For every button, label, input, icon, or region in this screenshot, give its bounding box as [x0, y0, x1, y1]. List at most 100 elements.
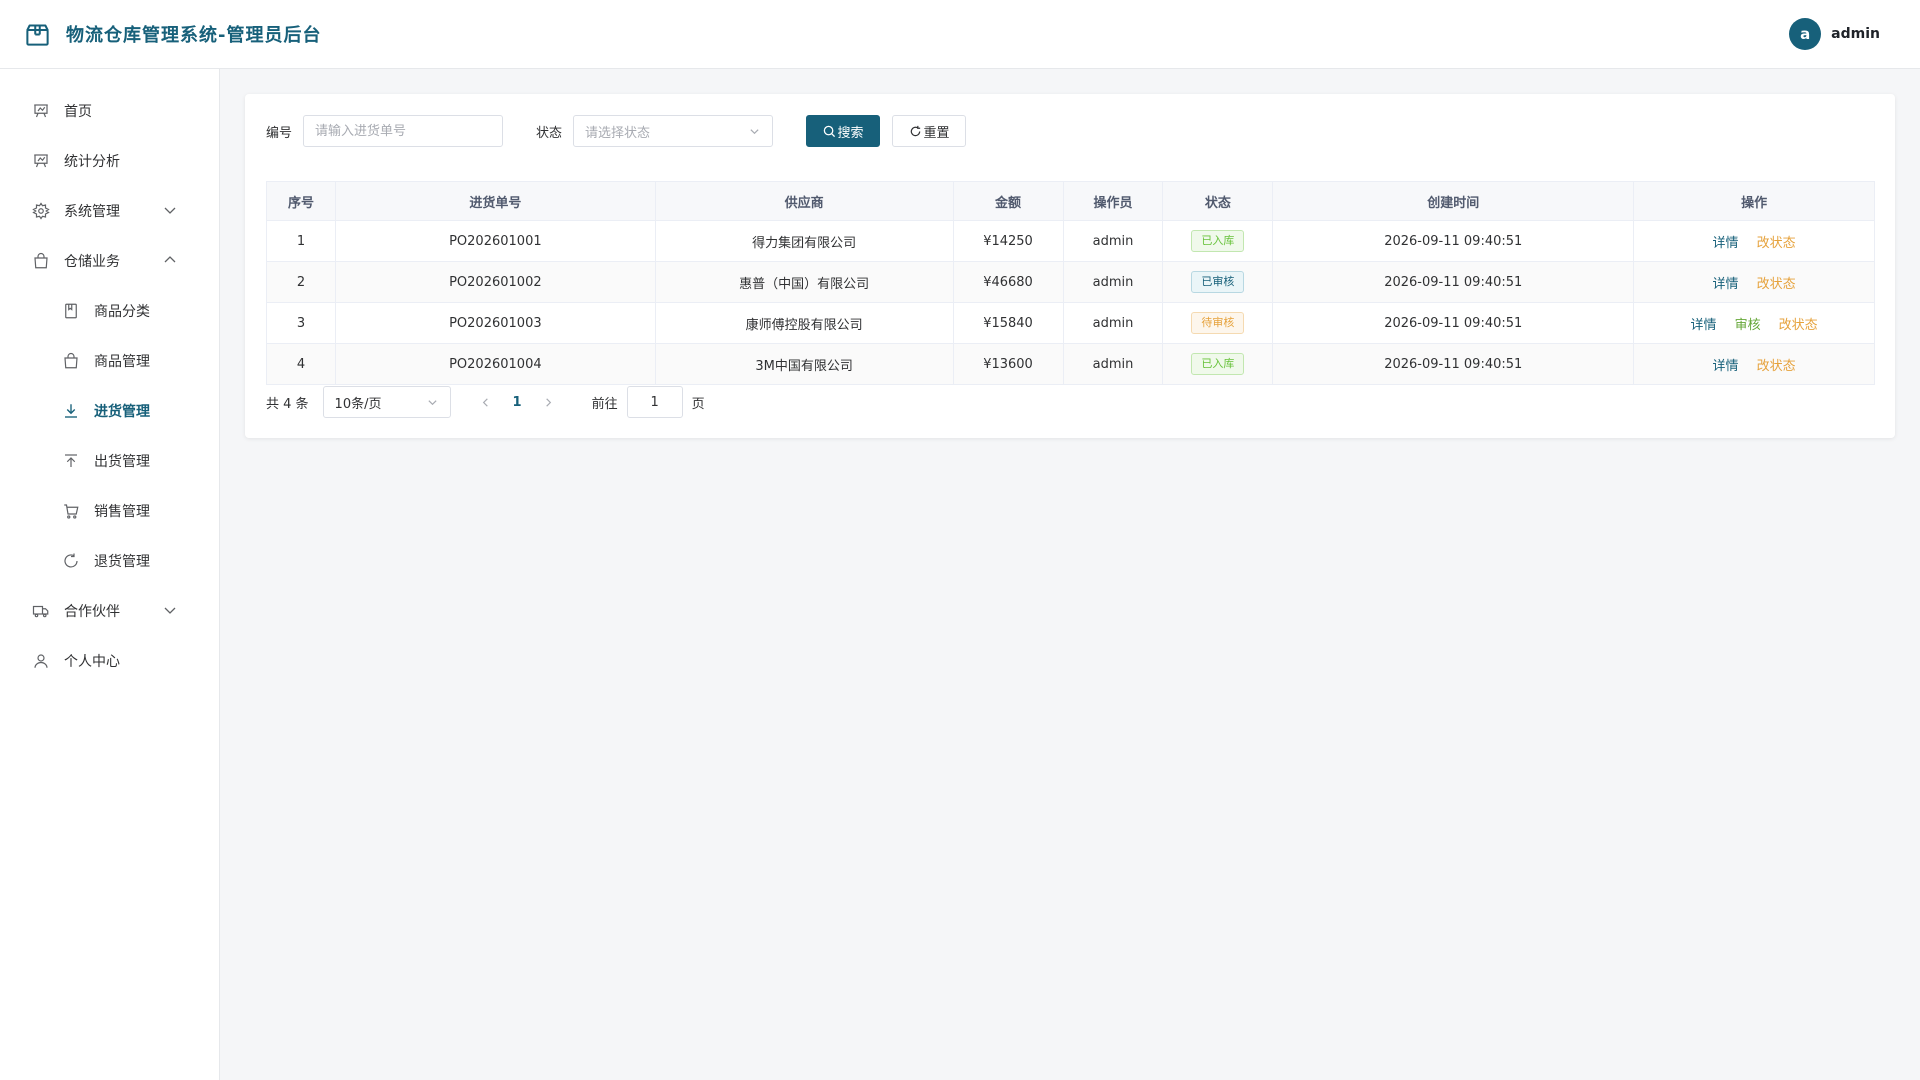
- cell-created: 2026-09-11 09:40:51: [1272, 343, 1635, 385]
- cell-index: 2: [266, 261, 336, 303]
- sidebar-item-return-management[interactable]: 退货管理: [0, 536, 219, 586]
- reset-button[interactable]: 重置: [892, 115, 967, 147]
- cell-code: PO202601004: [334, 343, 656, 385]
- sidebar-item-profile[interactable]: 个人中心: [0, 636, 219, 686]
- code-search-input[interactable]: [303, 115, 504, 147]
- sidebar-item-label: 个人中心: [64, 654, 120, 670]
- goto-label: 前往: [591, 396, 618, 412]
- reset-button-label: 重置: [923, 125, 950, 141]
- table-header-row: 序号 进货单号 供应商 金额 操作员 状态 创建时间 操作: [266, 181, 1875, 221]
- upload-icon: [62, 452, 80, 470]
- table-row: 3 PO202601003 康师傅控股有限公司 ¥15840 admin 待审核…: [266, 302, 1875, 344]
- status-badge: 已入库: [1191, 230, 1245, 252]
- audit-link[interactable]: 审核: [1735, 318, 1761, 333]
- refresh-icon: [62, 552, 80, 570]
- cell-code: PO202601003: [334, 302, 656, 344]
- status-badge: 已审核: [1191, 271, 1245, 293]
- cell-status: 待审核: [1162, 302, 1274, 344]
- cell-index: 4: [266, 343, 336, 385]
- brand: 物流仓库管理系统-管理员后台: [24, 21, 321, 48]
- sidebar-item-shipment-management[interactable]: 出货管理: [0, 436, 219, 486]
- column-header: 状态: [1162, 181, 1274, 221]
- cell-status: 已入库: [1162, 343, 1274, 385]
- change-status-link[interactable]: 改状态: [1779, 318, 1818, 333]
- status-select[interactable]: 请选择状态: [573, 115, 774, 147]
- cell-status: 已入库: [1162, 220, 1274, 262]
- detail-link[interactable]: 详情: [1691, 318, 1717, 333]
- chart-icon: [32, 152, 50, 170]
- cell-supplier: 康师傅控股有限公司: [654, 302, 954, 344]
- cell-created: 2026-09-11 09:40:51: [1272, 220, 1635, 262]
- next-page-button[interactable]: [538, 391, 560, 413]
- cell-actions: 详情 审核 改状态: [1633, 302, 1875, 344]
- user-name[interactable]: admin: [1831, 26, 1880, 42]
- cell-operator: admin: [1062, 343, 1164, 385]
- sidebar-item-home[interactable]: 首页: [0, 86, 219, 136]
- avatar[interactable]: a: [1789, 18, 1822, 50]
- sidebar-item-partners[interactable]: 合作伙伴: [0, 586, 219, 636]
- table-row: 4 PO202601004 3M中国有限公司 ¥13600 admin 已入库 …: [266, 343, 1875, 385]
- download-icon: [62, 402, 80, 420]
- home-icon: [32, 102, 50, 120]
- sidebar-item-product-management[interactable]: 商品管理: [0, 336, 219, 386]
- sidebar-item-label: 销售管理: [94, 504, 150, 520]
- cell-supplier: 得力集团有限公司: [654, 220, 954, 262]
- bag-icon: [32, 252, 50, 270]
- change-status-link[interactable]: 改状态: [1757, 236, 1796, 251]
- truck-icon: [32, 602, 50, 620]
- shopping-bag-icon: [62, 352, 80, 370]
- sidebar-item-label: 商品分类: [94, 304, 150, 320]
- sidebar-item-label: 系统管理: [64, 204, 120, 220]
- detail-link[interactable]: 详情: [1713, 277, 1739, 292]
- cart-icon: [62, 502, 80, 520]
- user-menu[interactable]: a admin: [1789, 18, 1880, 50]
- sidebar-item-label: 出货管理: [94, 454, 150, 470]
- cell-index: 1: [266, 220, 336, 262]
- cell-index: 3: [266, 302, 336, 344]
- cell-code: PO202601001: [334, 220, 656, 262]
- page-size-select[interactable]: 10条/页: [322, 386, 451, 418]
- cell-amount: ¥14250: [952, 220, 1064, 262]
- sidebar-item-sales-management[interactable]: 销售管理: [0, 486, 219, 536]
- search-button[interactable]: 搜索: [806, 115, 881, 147]
- sidebar-item-label: 首页: [64, 104, 92, 120]
- cell-operator: admin: [1062, 261, 1164, 303]
- sidebar-item-product-category[interactable]: 商品分类: [0, 286, 219, 336]
- page-number[interactable]: 1: [513, 395, 522, 410]
- column-header: 序号: [266, 181, 336, 221]
- column-header: 金额: [952, 181, 1064, 221]
- cell-operator: admin: [1062, 220, 1164, 262]
- cell-amount: ¥15840: [952, 302, 1064, 344]
- warehouse-box-icon: [26, 23, 49, 46]
- cell-amount: ¥46680: [952, 261, 1064, 303]
- chevron-down-icon: [749, 126, 760, 137]
- cell-actions: 详情 改状态: [1633, 343, 1875, 385]
- sidebar-item-system[interactable]: 系统管理: [0, 186, 219, 236]
- column-header: 供应商: [654, 181, 954, 221]
- detail-link[interactable]: 详情: [1713, 359, 1739, 374]
- change-status-link[interactable]: 改状态: [1757, 277, 1796, 292]
- chevron-right-icon: [546, 397, 552, 407]
- page-unit-label: 页: [691, 396, 705, 412]
- goto-page-input[interactable]: [626, 386, 683, 418]
- change-status-link[interactable]: 改状态: [1757, 359, 1796, 374]
- refresh-icon: [909, 125, 922, 138]
- chevron-up-icon: [163, 253, 177, 267]
- cell-code: PO202601002: [334, 261, 656, 303]
- cell-actions: 详情 改状态: [1633, 220, 1875, 262]
- chevron-down-icon: [163, 603, 177, 617]
- cell-operator: admin: [1062, 302, 1164, 344]
- detail-link[interactable]: 详情: [1713, 236, 1739, 251]
- sidebar-item-purchase-management[interactable]: 进货管理: [0, 386, 219, 436]
- column-header: 创建时间: [1272, 181, 1635, 221]
- pagination: 共 4 条 10条/页 1 前往 页: [266, 386, 705, 418]
- cell-actions: 详情 改状态: [1633, 261, 1875, 303]
- sidebar-item-warehouse[interactable]: 仓储业务: [0, 236, 219, 286]
- code-label: 编号: [266, 125, 293, 141]
- sidebar-item-label: 统计分析: [64, 154, 120, 170]
- prev-page-button[interactable]: [475, 391, 497, 413]
- sidebar-item-label: 商品管理: [94, 354, 150, 370]
- cell-created: 2026-09-11 09:40:51: [1272, 261, 1635, 303]
- sidebar-item-statistics[interactable]: 统计分析: [0, 136, 219, 186]
- cell-amount: ¥13600: [952, 343, 1064, 385]
